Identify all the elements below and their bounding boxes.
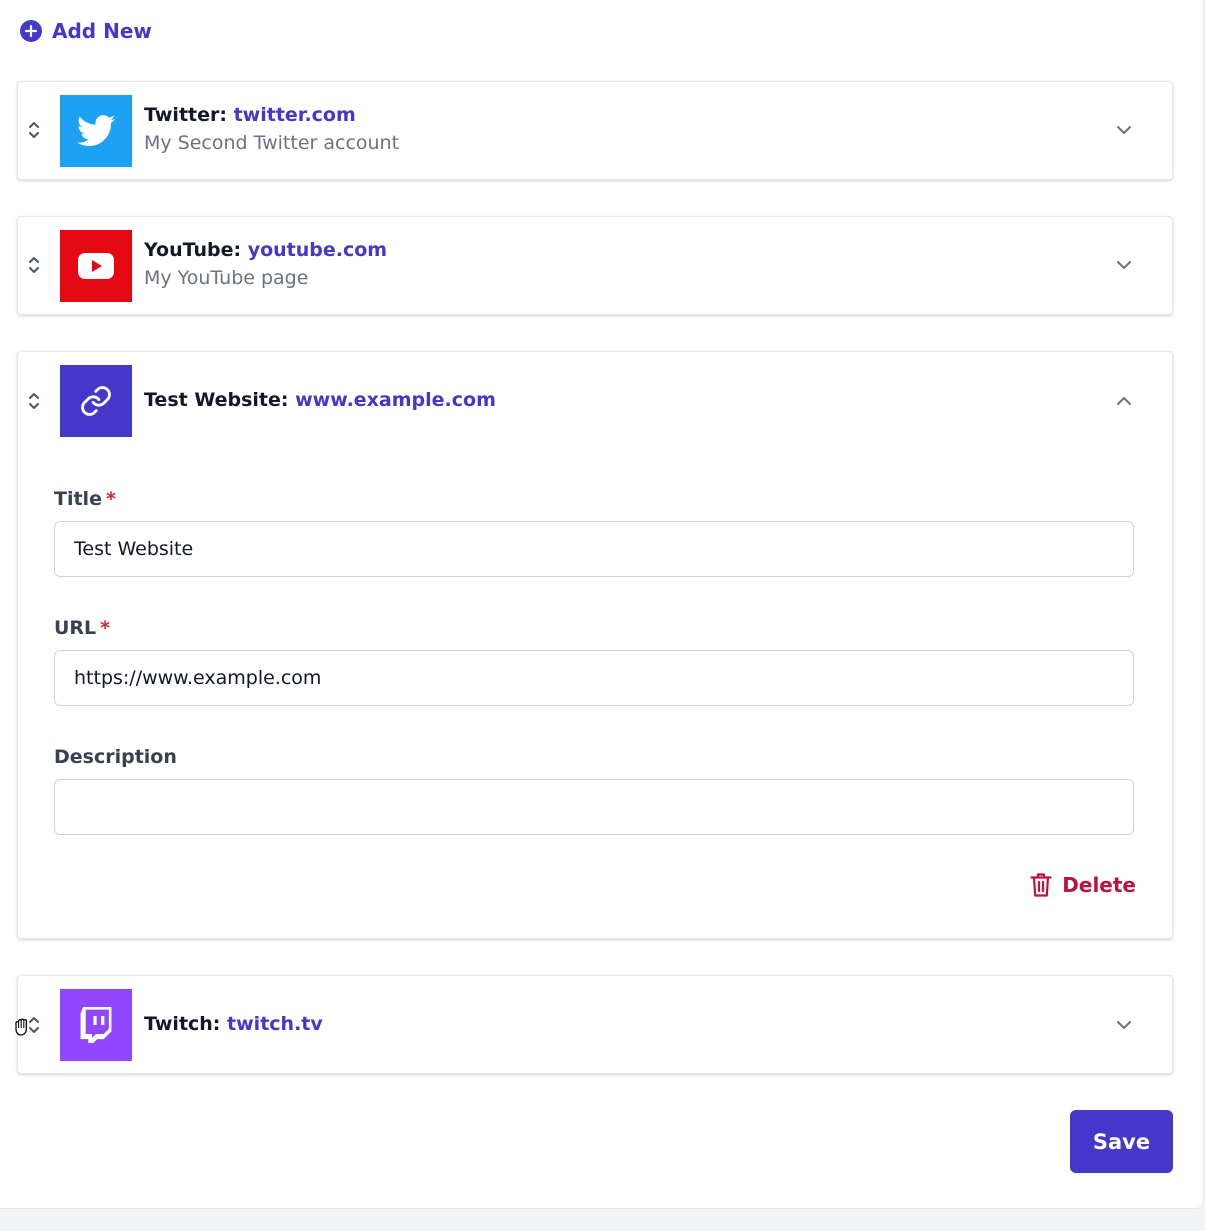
card-text: Twitch: twitch.tv xyxy=(144,1013,323,1035)
grab-cursor-icon xyxy=(13,1017,31,1041)
youtube-icon xyxy=(78,253,114,279)
link-card-twitch: Twitch: twitch.tv xyxy=(17,975,1173,1074)
drag-handle-icon[interactable] xyxy=(26,389,42,413)
title-label: Title * xyxy=(54,488,116,510)
twitch-logo xyxy=(60,989,132,1061)
twitter-logo xyxy=(60,95,132,167)
platform-name: Twitch: xyxy=(144,1013,221,1035)
title-input[interactable] xyxy=(54,521,1134,577)
card-description: My YouTube page xyxy=(144,267,309,289)
description-label: Description xyxy=(54,746,177,768)
delete-label: Delete xyxy=(1062,873,1136,897)
platform-domain-link[interactable]: twitter.com xyxy=(234,104,356,126)
drag-handle-icon[interactable] xyxy=(26,118,42,142)
twitch-icon xyxy=(80,1007,112,1043)
links-panel: Add New Twitter: twitter.com My Second T… xyxy=(0,0,1204,1209)
trash-icon xyxy=(1030,873,1052,897)
add-new-button[interactable]: Add New xyxy=(20,19,152,43)
url-input[interactable] xyxy=(54,650,1134,706)
delete-button[interactable]: Delete xyxy=(1030,872,1136,898)
card-title: Twitter: twitter.com xyxy=(144,104,399,126)
card-text: YouTube: youtube.com My YouTube page xyxy=(144,239,387,289)
link-card-twitter: Twitter: twitter.com My Second Twitter a… xyxy=(17,81,1173,180)
chevron-up-icon[interactable] xyxy=(1114,391,1134,411)
card-text: Test Website: www.example.com xyxy=(144,389,496,411)
drag-handle-icon[interactable] xyxy=(26,253,42,277)
required-mark: * xyxy=(105,488,116,510)
chevron-down-icon[interactable] xyxy=(1114,120,1134,140)
url-label-text: URL xyxy=(54,617,97,639)
url-label: URL * xyxy=(54,617,110,639)
description-input[interactable] xyxy=(54,779,1134,835)
save-button[interactable]: Save xyxy=(1070,1110,1173,1173)
plus-circle-icon xyxy=(20,20,42,42)
platform-name: YouTube: xyxy=(144,239,242,261)
chevron-down-icon[interactable] xyxy=(1114,1015,1134,1035)
youtube-logo xyxy=(60,230,132,302)
website-logo xyxy=(60,365,132,437)
link-card-youtube: YouTube: youtube.com My YouTube page xyxy=(17,216,1173,315)
card-title: YouTube: youtube.com xyxy=(144,239,387,261)
platform-domain-link[interactable]: youtube.com xyxy=(248,239,387,261)
title-label-text: Title xyxy=(54,488,102,510)
card-title: Twitch: twitch.tv xyxy=(144,1013,323,1035)
platform-domain-link[interactable]: www.example.com xyxy=(295,389,496,411)
card-title: Test Website: www.example.com xyxy=(144,389,496,411)
platform-name: Test Website: xyxy=(144,389,289,411)
card-description: My Second Twitter account xyxy=(144,132,400,154)
link-card-test-website: Test Website: www.example.com Title* URL… xyxy=(17,351,1173,939)
twitter-icon xyxy=(77,115,115,147)
platform-domain-link[interactable]: twitch.tv xyxy=(227,1013,323,1035)
platform-name: Twitter: xyxy=(144,104,227,126)
required-mark: * xyxy=(100,617,111,639)
add-new-label: Add New xyxy=(52,19,152,43)
chevron-down-icon[interactable] xyxy=(1114,255,1134,275)
card-text: Twitter: twitter.com My Second Twitter a… xyxy=(144,104,399,154)
link-icon xyxy=(81,386,111,416)
